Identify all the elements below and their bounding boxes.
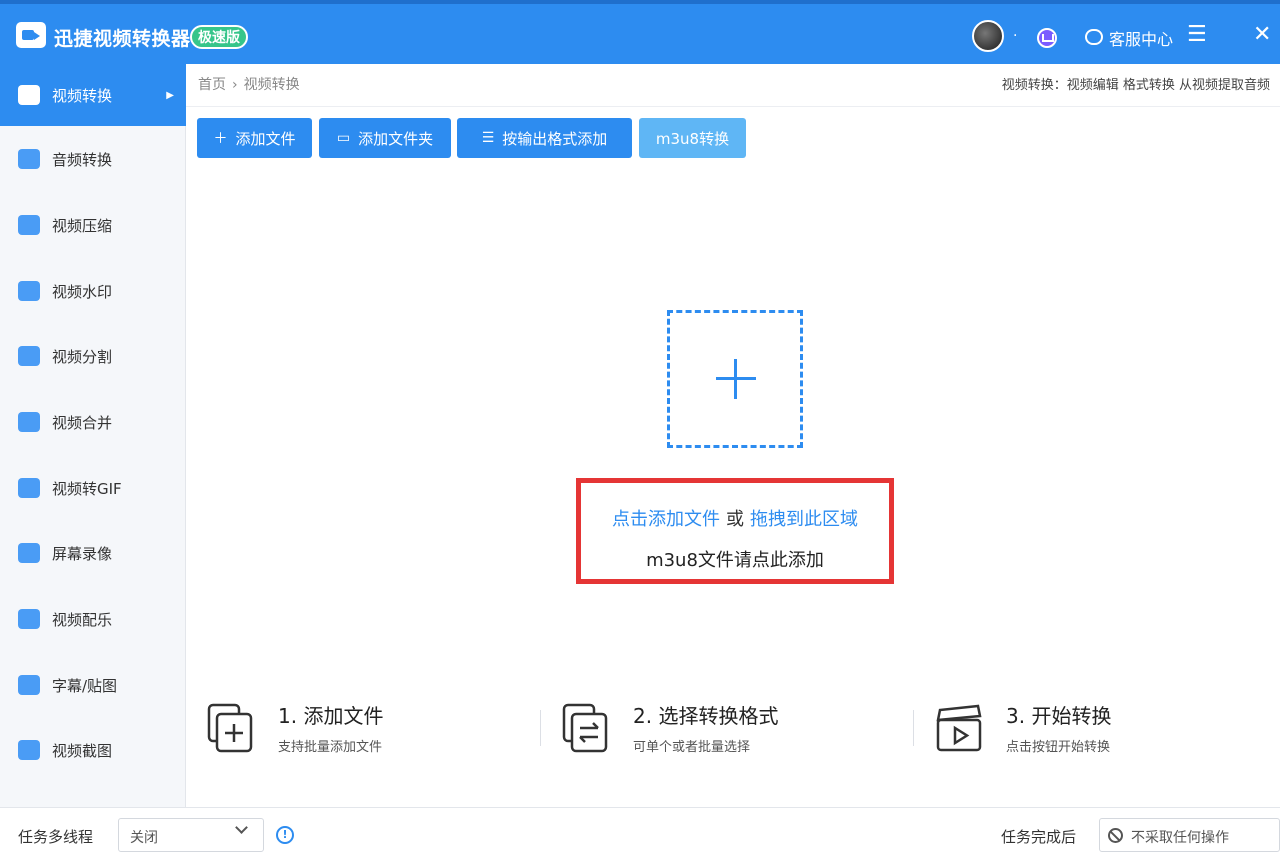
sidebar-item-label: 视频截图: [52, 741, 113, 760]
sidebar-item-video-to-gif[interactable]: 视频转GIF: [0, 457, 186, 519]
app-logo-icon: [16, 22, 46, 48]
dot-separator: ·: [1013, 28, 1018, 44]
add-file-step-icon: [207, 703, 253, 753]
screenshot-icon: [18, 740, 40, 760]
star-icon: [18, 675, 40, 695]
customer-service-link[interactable]: 客服中心: [1109, 26, 1173, 50]
sidebar-item-video-watermark[interactable]: 视频水印: [0, 260, 186, 322]
step-start-convert: 3. 开始转换 点击按钮开始转换: [934, 696, 1234, 760]
step-add-file: 1. 添加文件 支持批量添加文件: [206, 696, 506, 760]
sidebar-item-label: 视频合并: [52, 413, 113, 432]
sidebar-item-label: 视频水印: [52, 282, 113, 301]
step-title: 2. 选择转换格式: [633, 704, 779, 728]
sidebar-item-label: 视频压缩: [52, 216, 113, 235]
add-by-format-button[interactable]: ☰ 按输出格式添加: [457, 118, 632, 158]
sidebar-item-video-split[interactable]: 视频分割: [0, 325, 186, 387]
step-choose-format: 2. 选择转换格式 可单个或者批量选择: [561, 696, 881, 760]
app-title: 迅捷视频转换器: [54, 28, 191, 50]
step-divider: [913, 710, 914, 746]
sidebar-item-label: 字幕/贴图: [52, 676, 118, 695]
m3u8-add-link[interactable]: m3u8文件请点此添加: [576, 546, 894, 572]
add-by-format-label: 按输出格式添加: [502, 129, 608, 148]
no-action-icon: [1108, 828, 1123, 843]
convert-format-step-icon: [562, 703, 608, 753]
multithread-value: 关闭: [130, 830, 158, 846]
add-folder-button[interactable]: ▭ 添加文件夹: [319, 118, 451, 158]
sidebar-item-label: 屏幕录像: [52, 544, 113, 563]
add-file-label: 添加文件: [235, 129, 296, 148]
add-file-button[interactable]: ＋ 添加文件: [197, 118, 312, 158]
breadcrumb: 首页 › 视频转换: [198, 74, 300, 94]
screen-record-icon: [18, 543, 40, 563]
multithread-label: 任务多线程: [18, 828, 94, 846]
sidebar: 视频转换 ▶ 音频转换 视频压缩 视频水印 视频分割 视频合并 视频转GIF 屏…: [0, 64, 186, 807]
sidebar-item-label: 视频分割: [52, 347, 113, 366]
plus-icon: ＋: [213, 131, 228, 147]
gif-icon: [18, 478, 40, 498]
info-icon[interactable]: !: [276, 826, 294, 844]
breadcrumb-current: 视频转换: [243, 77, 300, 93]
sidebar-item-video-screenshot[interactable]: 视频截图: [0, 719, 186, 781]
sidebar-item-video-music[interactable]: 视频配乐: [0, 588, 186, 650]
sidebar-item-label: 音频转换: [52, 150, 113, 169]
music-icon: [18, 609, 40, 629]
page-description: 视频转换：视频编辑 格式转换 从视频提取音频: [1001, 78, 1270, 93]
chevron-right-icon: ▶: [166, 89, 174, 101]
video-compress-icon: [18, 215, 40, 235]
sidebar-item-audio-convert[interactable]: 音频转换: [0, 128, 186, 190]
vip-icon[interactable]: [1037, 28, 1057, 48]
or-text: 或: [726, 509, 744, 530]
video-split-icon: [18, 346, 40, 366]
edition-badge: 极速版: [190, 25, 248, 49]
chat-icon[interactable]: [1085, 29, 1103, 45]
sidebar-item-label: 视频转换: [52, 86, 113, 105]
sidebar-item-video-merge[interactable]: 视频合并: [0, 391, 186, 453]
after-task-label: 任务完成后: [1001, 828, 1077, 846]
audio-convert-icon: [18, 149, 40, 169]
drag-here-link[interactable]: 拖拽到此区域: [750, 509, 858, 530]
step-subtitle: 点击按钮开始转换: [1006, 740, 1111, 755]
m3u8-convert-label: m3u8转换: [655, 129, 730, 148]
close-icon[interactable]: ✕: [1253, 24, 1271, 46]
user-avatar[interactable]: [972, 20, 1004, 52]
sidebar-item-video-convert[interactable]: 视频转换 ▶: [0, 64, 186, 126]
step-title: 1. 添加文件: [278, 704, 384, 728]
add-plus-icon-vertical: [734, 359, 737, 399]
title-bar: 迅捷视频转换器 极速版 · 客服中心 ☰ ✕: [0, 0, 1280, 64]
drop-hint: 点击添加文件或拖拽到此区域: [576, 505, 894, 531]
clapperboard-icon: [936, 704, 982, 752]
step-subtitle: 可单个或者批量选择: [633, 740, 751, 755]
breadcrumb-separator-icon: ›: [232, 77, 238, 93]
menu-icon[interactable]: ☰: [1187, 24, 1207, 46]
list-icon: ☰: [481, 130, 495, 146]
sidebar-item-label: 视频配乐: [52, 610, 113, 629]
folder-icon: ▭: [336, 130, 351, 146]
sidebar-item-subtitle-sticker[interactable]: 字幕/贴图: [0, 654, 186, 716]
step-divider: [540, 710, 541, 746]
video-watermark-icon: [18, 281, 40, 301]
step-title: 3. 开始转换: [1006, 704, 1112, 728]
click-add-file-link[interactable]: 点击添加文件: [612, 509, 720, 530]
sidebar-item-screen-record[interactable]: 屏幕录像: [0, 522, 186, 584]
sidebar-item-video-compress[interactable]: 视频压缩: [0, 194, 186, 256]
video-convert-icon: [18, 85, 40, 105]
m3u8-convert-button[interactable]: m3u8转换: [639, 118, 746, 158]
header-divider: [186, 106, 1280, 107]
add-folder-label: 添加文件夹: [358, 129, 434, 148]
sidebar-item-label: 视频转GIF: [52, 479, 122, 498]
after-task-value: 不采取任何操作: [1131, 830, 1229, 846]
breadcrumb-home[interactable]: 首页: [198, 77, 226, 93]
video-merge-icon: [18, 412, 40, 432]
step-subtitle: 支持批量添加文件: [278, 740, 383, 755]
